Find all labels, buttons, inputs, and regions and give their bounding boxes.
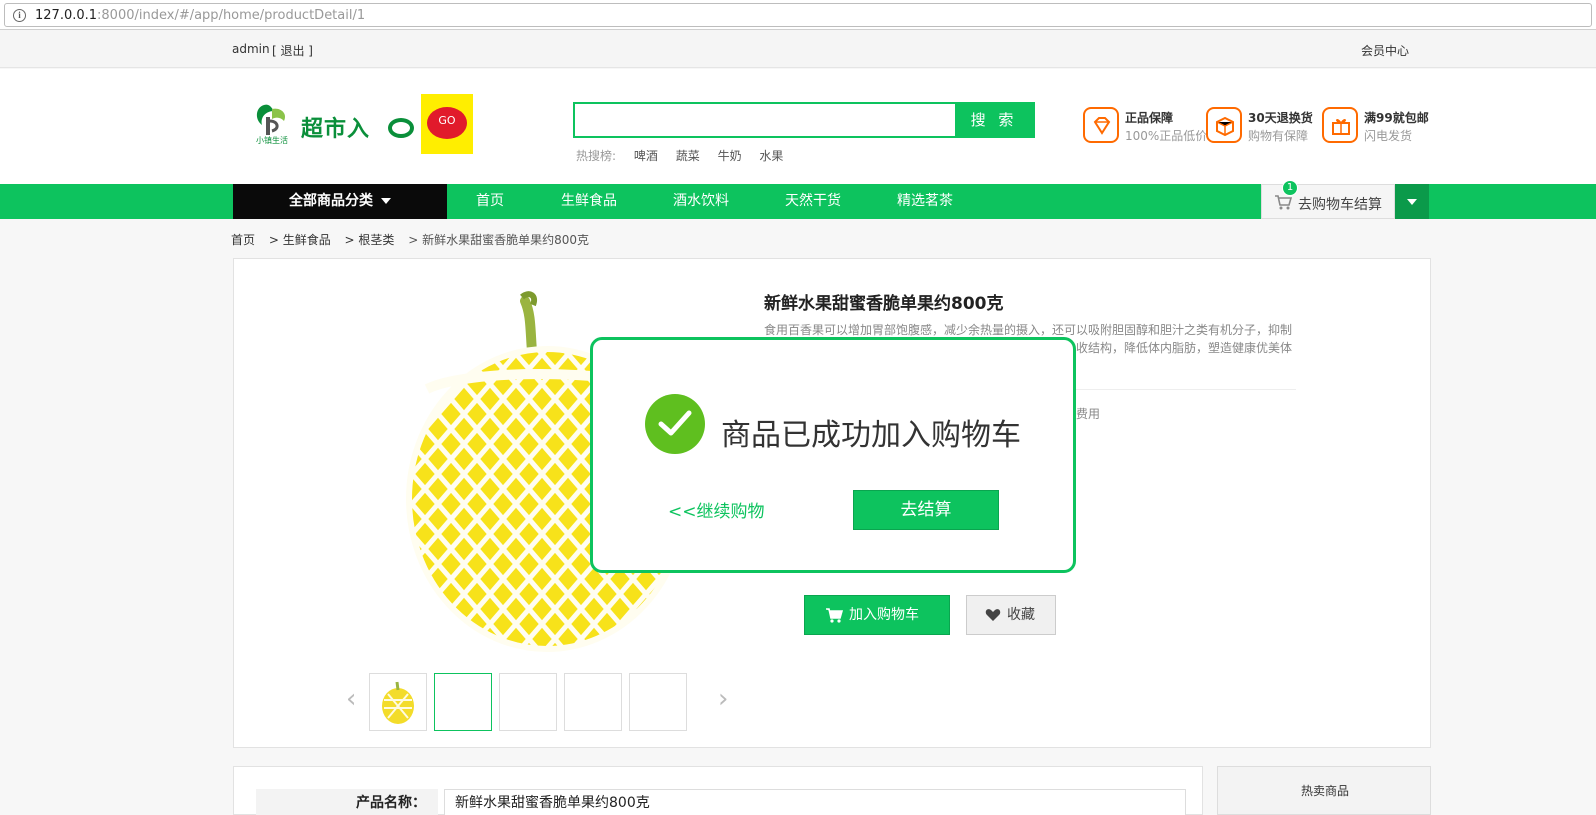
address-field[interactable]: i 127.0.0.1:8000/index/#/app/home/produc…: [4, 3, 1592, 27]
hot-keyword[interactable]: 牛奶: [718, 149, 742, 163]
diamond-icon: [1083, 107, 1119, 143]
cart-checkout-button[interactable]: 1 去购物车结算: [1261, 180, 1395, 219]
hot-search: 热搜榜: 啤酒 蔬菜 牛奶 水果: [576, 147, 783, 164]
search-bar: 搜 索: [573, 102, 1035, 138]
all-categories-label: 全部商品分类: [289, 193, 373, 209]
all-categories-button[interactable]: 全部商品分类: [233, 184, 447, 219]
breadcrumb-item[interactable]: > 根茎类: [345, 233, 395, 247]
promise-title: 30天退换货: [1248, 111, 1313, 125]
favorite-button[interactable]: 收藏: [966, 595, 1056, 635]
hot-keyword[interactable]: 水果: [759, 149, 783, 163]
member-center-link[interactable]: 会员中心: [1361, 42, 1409, 59]
nav-item-dried[interactable]: 天然干货: [785, 184, 841, 219]
logout-link[interactable]: [ 退出 ]: [272, 42, 313, 59]
chevron-down-icon: [381, 198, 391, 204]
logo-ring-icon: [388, 118, 414, 138]
cart-icon: [1275, 195, 1292, 210]
hot-search-label: 热搜榜:: [576, 149, 617, 163]
promise-subtitle: 购物有保障: [1248, 129, 1309, 143]
info-icon[interactable]: i: [13, 9, 26, 22]
chevron-down-icon: [1407, 199, 1417, 205]
add-to-cart-label: 加入购物车: [849, 607, 919, 623]
thumbnail[interactable]: [629, 673, 687, 731]
site-header: 小镇生活 超市入 GO 搜 索 热搜榜: 啤酒 蔬菜 牛奶 水果 正品保障 10…: [0, 69, 1596, 184]
logo-brand-text: 小镇生活: [256, 136, 288, 145]
top-bar: admin [ 退出 ] 会员中心: [0, 30, 1596, 68]
promise-title: 正品保障: [1125, 111, 1174, 125]
go-logo[interactable]: GO: [421, 94, 473, 154]
hot-products-title: 热卖商品: [1300, 784, 1349, 798]
gift-icon: [1322, 107, 1358, 143]
username: admin: [232, 42, 270, 56]
nav-item-drinks[interactable]: 酒水饮料: [673, 184, 729, 219]
logo[interactable]: 小镇生活: [250, 99, 294, 145]
hot-products-panel: 热卖商品: [1217, 766, 1431, 815]
hot-keyword[interactable]: 啤酒: [634, 149, 658, 163]
thumbnail[interactable]: [434, 673, 492, 731]
spec-value: 新鲜水果甜蜜香脆单果约800克: [444, 789, 1186, 815]
checkout-button[interactable]: 去结算: [853, 490, 999, 530]
thumb-next-arrow-icon[interactable]: ›: [718, 684, 728, 714]
nav-item-fresh[interactable]: 生鲜食品: [561, 184, 617, 219]
promise-title: 满99就包邮: [1364, 111, 1429, 125]
success-message: 商品已成功加入购物车: [721, 418, 1021, 453]
continue-shopping-link[interactable]: <<继续购物: [668, 497, 765, 522]
thumbnail-strip: [349, 673, 729, 733]
product-spec-table: 产品名称： 新鲜水果甜蜜香脆单果约800克: [233, 766, 1203, 815]
logo-text: 超市入: [301, 117, 371, 142]
promise-subtitle: 100%正品低价: [1125, 129, 1208, 143]
cart-checkout-label: 去购物车结算: [1298, 197, 1382, 213]
url-text: 127.0.0.1:8000/index/#/app/home/productD…: [35, 8, 366, 23]
cart-count-badge: 1: [1282, 180, 1298, 196]
cart-icon: [826, 608, 843, 623]
thumbnail[interactable]: [369, 673, 427, 731]
breadcrumb-current: > 新鲜水果甜蜜香脆单果约800克: [408, 233, 590, 247]
check-icon: [645, 394, 705, 454]
spec-key: 产品名称：: [256, 789, 438, 815]
favorite-label: 收藏: [1007, 607, 1035, 623]
breadcrumb-item[interactable]: 首页: [231, 233, 255, 247]
search-button[interactable]: 搜 索: [955, 104, 1033, 136]
nav-item-tea[interactable]: 精选茗茶: [897, 184, 953, 219]
add-to-cart-success-dialog: 商品已成功加入购物车 <<继续购物 去结算: [590, 337, 1076, 573]
promise-subtitle: 闪电发货: [1364, 129, 1413, 143]
thumbnail[interactable]: [499, 673, 557, 731]
go-badge: GO: [427, 107, 467, 139]
thumbnail[interactable]: [564, 673, 622, 731]
breadcrumb-item[interactable]: > 生鲜食品: [269, 233, 331, 247]
nav-item-home[interactable]: 首页: [476, 184, 504, 219]
box-icon: [1206, 107, 1242, 143]
add-to-cart-button[interactable]: 加入购物车: [804, 595, 950, 635]
main-nav: 全部商品分类 首页 生鲜食品 酒水饮料 天然干货 精选茗茶 1 去购物车结算: [0, 180, 1596, 219]
cart-dropdown-toggle[interactable]: [1395, 184, 1429, 219]
breadcrumb: 首页 > 生鲜食品 > 根茎类 > 新鲜水果甜蜜香脆单果约800克: [231, 231, 599, 248]
hot-keyword[interactable]: 蔬菜: [676, 149, 700, 163]
product-title: 新鲜水果甜蜜香脆单果约800克: [764, 294, 1004, 314]
heart-icon: [985, 609, 1001, 621]
browser-url-bar: i 127.0.0.1:8000/index/#/app/home/produc…: [0, 0, 1596, 30]
search-input[interactable]: [575, 104, 955, 136]
